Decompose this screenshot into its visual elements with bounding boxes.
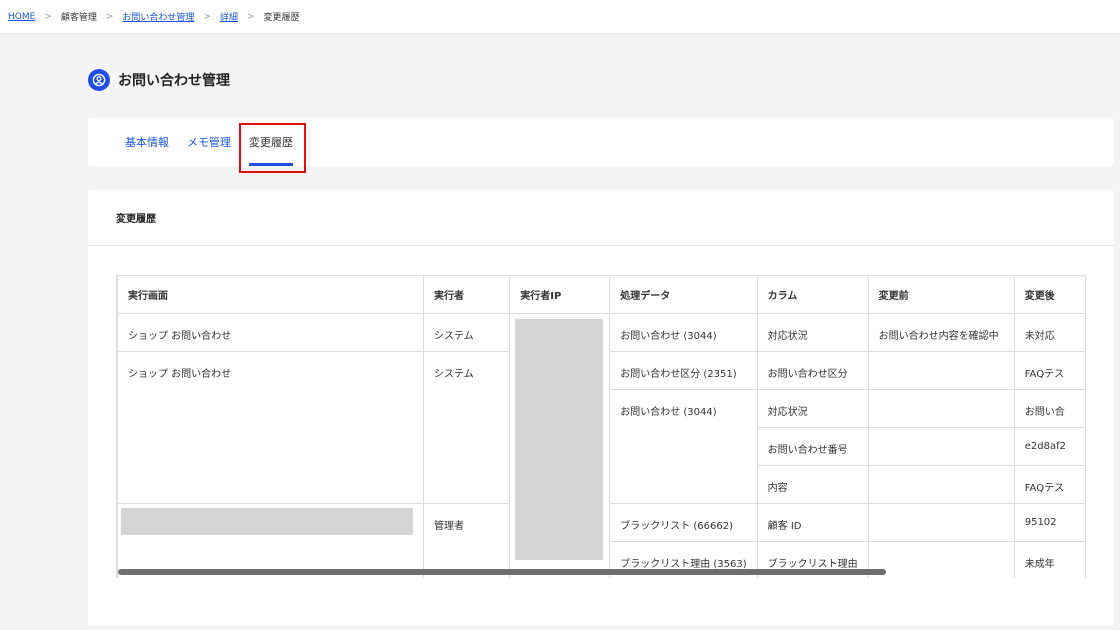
redacted-screen bbox=[121, 508, 413, 535]
breadcrumb-separator: > bbox=[44, 11, 52, 22]
breadcrumb-home-link[interactable]: HOME bbox=[8, 12, 35, 22]
cell-before bbox=[867, 351, 1015, 390]
breadcrumb-detail-link[interactable]: 詳細 bbox=[220, 10, 238, 23]
cell-column: 対応状況 bbox=[756, 389, 869, 428]
column-header-column: カラム bbox=[756, 275, 869, 314]
cell-column: お問い合わせ番号 bbox=[756, 427, 869, 466]
breadcrumb-separator: > bbox=[105, 11, 114, 22]
cell-after: FAQテス bbox=[1013, 465, 1086, 504]
column-header-screen: 実行画面 bbox=[117, 275, 424, 314]
cell-screen: ショップ お問い合わせ bbox=[117, 313, 424, 352]
cell-column: 顧客 ID bbox=[756, 503, 869, 542]
column-header-before: 変更前 bbox=[867, 275, 1015, 314]
cell-column: 内容 bbox=[756, 465, 869, 504]
tab-basic-info[interactable]: 基本情報 bbox=[125, 118, 169, 166]
tab-change-history[interactable]: 変更履歴 bbox=[249, 118, 293, 166]
cell-before bbox=[867, 503, 1015, 542]
breadcrumb-customers: 顧客管理 bbox=[60, 13, 97, 23]
cell-actor: 管理者 bbox=[422, 503, 511, 578]
history-card: 変更履歴 実行画面 実行者 実行者IP 処理データ カラム 変更前 変更後 ショ… bbox=[88, 190, 1114, 626]
cell-after: お問い合 bbox=[1013, 389, 1086, 428]
breadcrumb-separator: > bbox=[203, 11, 211, 22]
scrollbar-thumb[interactable] bbox=[118, 569, 886, 575]
user-circle-icon bbox=[88, 69, 110, 91]
cell-screen: ショップ お問い合わせ bbox=[117, 351, 424, 504]
table-header-row: 実行画面 実行者 実行者IP 処理データ カラム 変更前 変更後 bbox=[117, 275, 1086, 314]
page-title: お問い合わせ管理 bbox=[118, 73, 230, 89]
cell-data: お問い合わせ (3044) bbox=[609, 389, 758, 504]
cell-before bbox=[867, 389, 1015, 428]
cell-actor: システム bbox=[422, 313, 511, 352]
cell-before: お問い合わせ内容を確認中 bbox=[867, 313, 1015, 352]
cell-actor-ip bbox=[509, 313, 611, 578]
breadcrumb: HOME > 顧客管理 > お問い合わせ管理 > 詳細 > 変更履歴 bbox=[0, 0, 1120, 34]
cell-data: お問い合わせ (3044) bbox=[609, 313, 758, 352]
breadcrumb-current: 変更履歴 bbox=[263, 13, 300, 23]
page-header: お問い合わせ管理 bbox=[88, 68, 230, 92]
redacted-ip bbox=[515, 319, 604, 560]
column-header-actor-ip: 実行者IP bbox=[509, 275, 611, 314]
cell-before bbox=[867, 465, 1015, 504]
tab-memo[interactable]: メモ管理 bbox=[187, 118, 231, 166]
column-header-data: 処理データ bbox=[609, 275, 758, 314]
cell-data: お問い合わせ区分 (2351) bbox=[609, 351, 758, 390]
history-table-container[interactable]: 実行画面 実行者 実行者IP 処理データ カラム 変更前 変更後 ショップ お問… bbox=[116, 275, 1086, 578]
column-header-actor: 実行者 bbox=[422, 275, 511, 314]
cell-column: 対応状況 bbox=[756, 313, 869, 352]
breadcrumb-separator: > bbox=[247, 11, 255, 22]
cell-column: お問い合わせ区分 bbox=[756, 351, 869, 390]
cell-data: ブラックリスト (66662) bbox=[609, 503, 758, 542]
cell-actor: システム bbox=[422, 351, 511, 504]
cell-after: e2d8af2 bbox=[1013, 427, 1086, 466]
tab-bar: 基本情報 メモ管理 変更履歴 bbox=[88, 118, 1114, 166]
table-row: ショップ お問い合わせ システム お問い合わせ (3044) 対応状況 お問い合… bbox=[117, 313, 1086, 578]
horizontal-scrollbar[interactable] bbox=[116, 568, 1086, 576]
column-header-after: 変更後 bbox=[1013, 275, 1086, 314]
history-heading: 変更履歴 bbox=[88, 190, 1114, 246]
cell-before bbox=[867, 427, 1015, 466]
breadcrumb-inquiries-link[interactable]: お問い合わせ管理 bbox=[122, 10, 194, 23]
cell-after: FAQテス bbox=[1013, 351, 1086, 390]
cell-screen bbox=[117, 503, 424, 578]
cell-after: 95102 bbox=[1013, 503, 1086, 542]
cell-after: 未対応 bbox=[1013, 313, 1086, 352]
history-table: 実行画面 実行者 実行者IP 処理データ カラム 変更前 変更後 ショップ お問… bbox=[117, 275, 1086, 578]
